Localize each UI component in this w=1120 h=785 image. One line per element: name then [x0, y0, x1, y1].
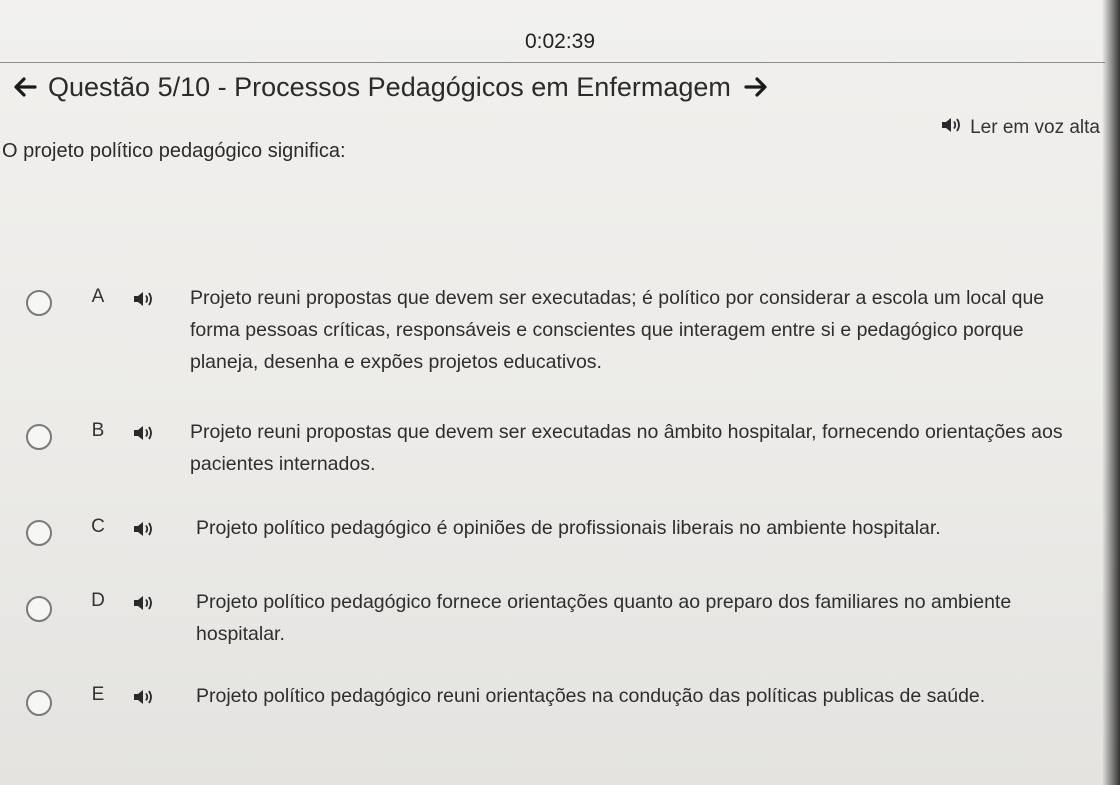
option-c-radio[interactable]: [26, 520, 52, 546]
speaker-icon[interactable]: [132, 688, 158, 708]
option-a-text[interactable]: Projeto reuni propostas que devem ser ex…: [190, 282, 1070, 378]
arrow-right-icon[interactable]: [741, 72, 771, 102]
screen-edge-shadow: [1102, 0, 1120, 785]
speaker-icon[interactable]: [132, 594, 158, 614]
header-divider: [0, 62, 1105, 63]
arrow-left-icon[interactable]: [10, 72, 40, 102]
option-e-radio[interactable]: [26, 690, 52, 716]
read-aloud-label: Ler em voz alta: [970, 117, 1100, 138]
speaker-icon[interactable]: [132, 520, 158, 540]
speaker-icon: [940, 116, 964, 140]
question-title: Questão 5/10 - Processos Pedagógicos em …: [48, 71, 731, 102]
quiz-page: 0:02:39 Questão 5/10 - Processos Pedagóg…: [0, 0, 1120, 785]
option-b-text[interactable]: Projeto reuni propostas que devem ser ex…: [190, 416, 1070, 480]
speaker-icon[interactable]: [132, 424, 158, 444]
option-b-letter: B: [91, 420, 105, 441]
option-d-text[interactable]: Projeto político pedagógico fornece orie…: [196, 586, 1076, 650]
option-d-radio[interactable]: [26, 596, 52, 622]
option-a-letter: A: [91, 286, 105, 307]
question-header: Questão 5/10 - Processos Pedagógicos em …: [10, 68, 771, 106]
option-d-letter: D: [91, 590, 105, 611]
option-c-text[interactable]: Projeto político pedagógico é opiniões d…: [196, 512, 1076, 544]
question-prompt: O projeto político pedagógico significa:: [2, 140, 346, 162]
read-aloud-button[interactable]: Ler em voz alta: [940, 116, 1100, 140]
option-e-text[interactable]: Projeto político pedagógico reuni orient…: [196, 680, 1076, 712]
option-e-letter: E: [91, 684, 105, 705]
option-c-letter: C: [91, 516, 105, 537]
timer: 0:02:39: [524, 30, 596, 53]
option-a-radio[interactable]: [26, 290, 52, 316]
option-b-radio[interactable]: [26, 424, 52, 450]
speaker-icon[interactable]: [132, 290, 158, 310]
